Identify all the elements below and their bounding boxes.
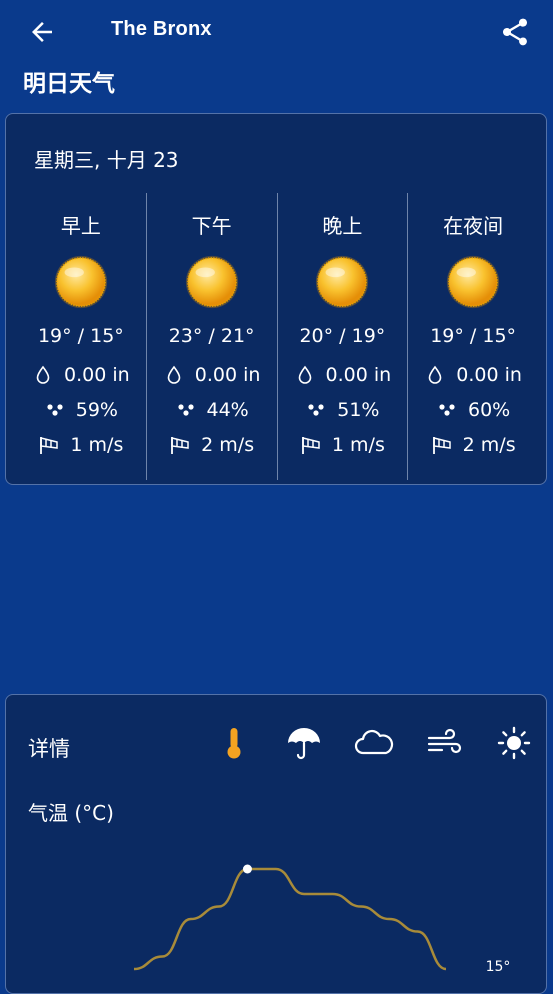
precipitation-value: 0.00 in	[194, 363, 261, 386]
tab-uv[interactable]	[490, 723, 538, 763]
chart-label: 气温 (°C)	[28, 801, 114, 825]
temperature-line	[133, 867, 447, 971]
precipitation: 0.00 in	[424, 357, 522, 392]
precipitation: 0.00 in	[294, 357, 392, 392]
arrow-left-icon	[32, 22, 52, 42]
precipitation-value: 0.00 in	[325, 363, 392, 386]
windsock-icon	[300, 434, 322, 456]
location-title: The Bronx	[111, 18, 212, 40]
humidity-icon	[175, 399, 197, 421]
windsock-icon	[38, 434, 60, 456]
period-name: 早上	[60, 214, 101, 238]
wind: 2 m/s	[169, 427, 254, 462]
app-bar: The Bronx	[0, 0, 553, 64]
tab-precipitation[interactable]	[280, 723, 328, 763]
min-temp-label: 15°	[486, 959, 511, 975]
precipitation-value: 0.00 in	[456, 363, 522, 386]
windsock-icon	[169, 434, 191, 456]
period-name: 晚上	[322, 214, 363, 238]
period-afternoon[interactable]: 下午 23° / 21° 0.00 in 44% 2 m/s	[145, 193, 277, 480]
sun-outline-icon	[497, 726, 531, 760]
details-tabs	[210, 723, 538, 763]
precipitation: 0.00 in	[163, 357, 261, 392]
humidity-value: 60%	[468, 398, 511, 421]
humidity: 44%	[175, 392, 249, 427]
period-name: 下午	[191, 214, 232, 238]
humidity: 51%	[305, 392, 379, 427]
humidity: 60%	[436, 392, 510, 427]
period-morning[interactable]: 早上 19° / 15° 0.00 in 59% 1 m/s	[16, 193, 146, 480]
drop-icon	[163, 364, 185, 386]
tab-clouds[interactable]	[350, 723, 398, 763]
cloud-icon	[354, 729, 394, 755]
wind: 1 m/s	[300, 427, 385, 462]
drop-icon	[32, 364, 54, 386]
sun-icon	[185, 255, 238, 309]
wind-value: 1 m/s	[331, 433, 385, 456]
temperature-range: 19° / 15°	[37, 325, 124, 347]
wind-icon	[427, 728, 462, 754]
humidity-icon	[305, 399, 327, 421]
forecast-card: 星期三, 十月 23 早上 19° / 15° 0.00 in 59% 1 m/…	[5, 113, 547, 485]
details-title: 详情	[28, 737, 70, 761]
thermometer-icon	[227, 728, 241, 759]
wind-value: 2 m/s	[462, 433, 516, 456]
humidity-icon	[44, 399, 66, 421]
temperature-range: 20° / 19°	[299, 325, 386, 347]
max-temp-point	[242, 864, 252, 874]
humidity-value: 51%	[337, 398, 380, 421]
share-icon	[503, 18, 527, 46]
sun-icon	[447, 255, 500, 309]
umbrella-icon	[288, 728, 320, 760]
sun-icon	[316, 255, 369, 309]
period-night[interactable]: 在夜间 19° / 15° 0.00 in 60% 2 m/s	[407, 193, 538, 480]
tab-temperature[interactable]	[210, 723, 258, 763]
page-title: 明日天气	[23, 71, 115, 97]
temperature-range: 23° / 21°	[168, 325, 255, 347]
max-temp-label: 23°	[235, 845, 260, 849]
drop-icon	[294, 364, 316, 386]
wind: 1 m/s	[38, 427, 123, 462]
precipitation-value: 0.00 in	[64, 363, 130, 386]
wind-value: 2 m/s	[201, 433, 255, 456]
temperature-chart: 23° 15°	[133, 845, 511, 975]
tab-wind[interactable]	[420, 723, 468, 763]
forecast-date: 星期三, 十月 23	[34, 148, 179, 172]
period-evening[interactable]: 晚上 20° / 19° 0.00 in 51% 1 m/s	[276, 193, 408, 480]
humidity-value: 44%	[206, 398, 249, 421]
temperature-range: 19° / 15°	[430, 325, 517, 347]
humidity: 59%	[44, 392, 118, 427]
share-button[interactable]	[497, 14, 533, 50]
drop-icon	[424, 364, 446, 386]
details-card: 详情 气温 (°C) 15°	[5, 694, 547, 994]
humidity-icon	[436, 399, 458, 421]
forecast-periods: 早上 19° / 15° 0.00 in 59% 1 m/s 下午 23° / …	[16, 193, 538, 480]
humidity-value: 59%	[75, 398, 118, 421]
back-button[interactable]	[24, 14, 60, 50]
precipitation: 0.00 in	[32, 357, 130, 392]
sun-icon	[54, 255, 107, 309]
wind-value: 1 m/s	[70, 433, 124, 456]
period-name: 在夜间	[443, 214, 504, 238]
windsock-icon	[431, 434, 453, 456]
wind: 2 m/s	[431, 427, 516, 462]
